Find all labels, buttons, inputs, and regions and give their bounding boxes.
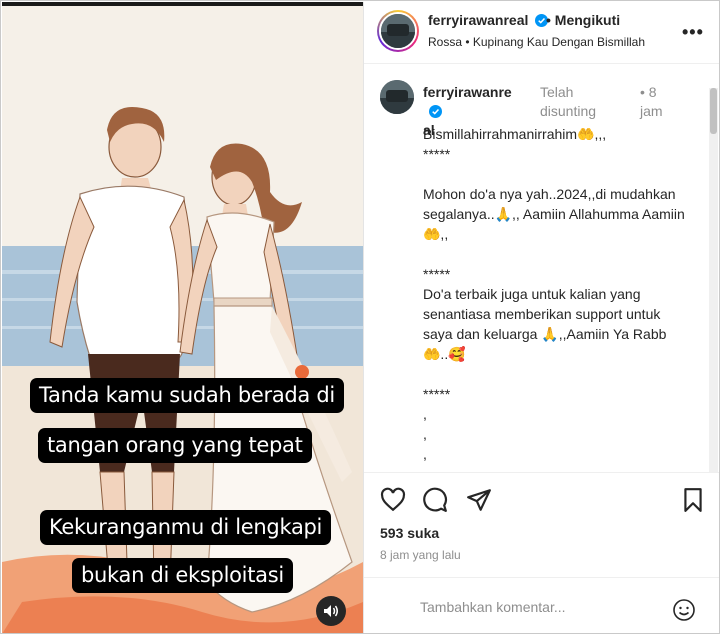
comment-line	[423, 164, 685, 184]
author-avatar[interactable]	[377, 10, 419, 52]
caption-2: Kekuranganmu di lengkapi	[40, 510, 332, 545]
comment-scrollbar[interactable]	[709, 88, 718, 473]
post-header: ferryirawanreal • Mengikuti Rossa • Kupi…	[364, 2, 719, 64]
caption-comment: ferryirawanre al Telah disunting • 8 jam…	[364, 65, 704, 470]
like-count[interactable]: 593 suka	[380, 525, 439, 541]
comment-username-line-1[interactable]: ferryirawanre	[423, 84, 512, 100]
comment-line: ,	[423, 464, 685, 470]
caption-2-line-1: Kekuranganmu di lengkapi	[49, 515, 323, 539]
comment-line: ,	[423, 446, 427, 462]
caption-1-line-1: Tanda kamu sudah berada di	[39, 383, 335, 407]
edited-label: Telah disunting	[540, 84, 597, 119]
author-username-text[interactable]: ferryirawanreal	[428, 12, 528, 28]
audio-track-link[interactable]: Rossa • Kupinang Kau Dengan Bismillah	[428, 35, 645, 49]
add-comment-bar	[364, 577, 719, 633]
comment-line	[423, 364, 685, 384]
post-dialog: Tanda kamu sudah berada di tangan orang …	[0, 0, 720, 634]
caption-1b: tangan orang yang tepat	[38, 428, 312, 463]
follow-status-button[interactable]: • Mengikuti	[546, 12, 620, 28]
verified-badge-icon	[429, 105, 442, 118]
comment-line: Do'a terbaik juga untuk kalian yang sena…	[423, 286, 671, 362]
comment-line: *****	[423, 266, 451, 282]
comment-line: *****	[423, 386, 451, 402]
caption-2-line-2: bukan di eksploitasi	[81, 563, 284, 587]
caption-2b: bukan di eksploitasi	[72, 558, 293, 593]
comment-line: ,	[423, 426, 427, 442]
comment-avatar[interactable]	[380, 80, 414, 114]
comment-time[interactable]: • 8 jam	[640, 83, 680, 121]
save-bookmark-icon[interactable]	[680, 487, 706, 513]
speaker-icon[interactable]	[316, 596, 346, 626]
comment-line	[423, 244, 685, 264]
emoji-smiley-icon[interactable]	[672, 598, 696, 622]
comment-bubble-icon[interactable]	[422, 487, 448, 513]
share-send-icon[interactable]	[466, 487, 492, 513]
comment-line: ,	[423, 406, 427, 422]
comment-body: Bismillahirrahmanirrahim🤲,,, ***** Mohon …	[423, 124, 685, 470]
comment-line: Bismillahirrahmanirrahim🤲,,,	[423, 126, 607, 142]
comment-input[interactable]	[420, 596, 660, 618]
post-side-panel: ferryirawanreal • Mengikuti Rossa • Kupi…	[363, 2, 719, 633]
caption-1: Tanda kamu sudah berada di	[30, 378, 344, 413]
caption-1-line-2: tangan orang yang tepat	[47, 433, 303, 457]
author-username[interactable]: ferryirawanreal	[428, 12, 549, 28]
post-time-ago: 8 jam yang lalu	[380, 548, 461, 562]
like-heart-icon[interactable]	[380, 487, 406, 513]
more-options-icon[interactable]: •••	[682, 22, 704, 43]
time-dot: •	[640, 84, 645, 100]
comment-line: *****	[423, 146, 451, 162]
post-actions: 593 suka 8 jam yang lalu	[364, 472, 719, 577]
comment-line: Mohon do'a nya yah..2024,,di mudahkan se…	[423, 186, 689, 242]
scrollbar-thumb[interactable]	[710, 88, 717, 134]
post-media[interactable]: Tanda kamu sudah berada di tangan orang …	[2, 2, 363, 633]
